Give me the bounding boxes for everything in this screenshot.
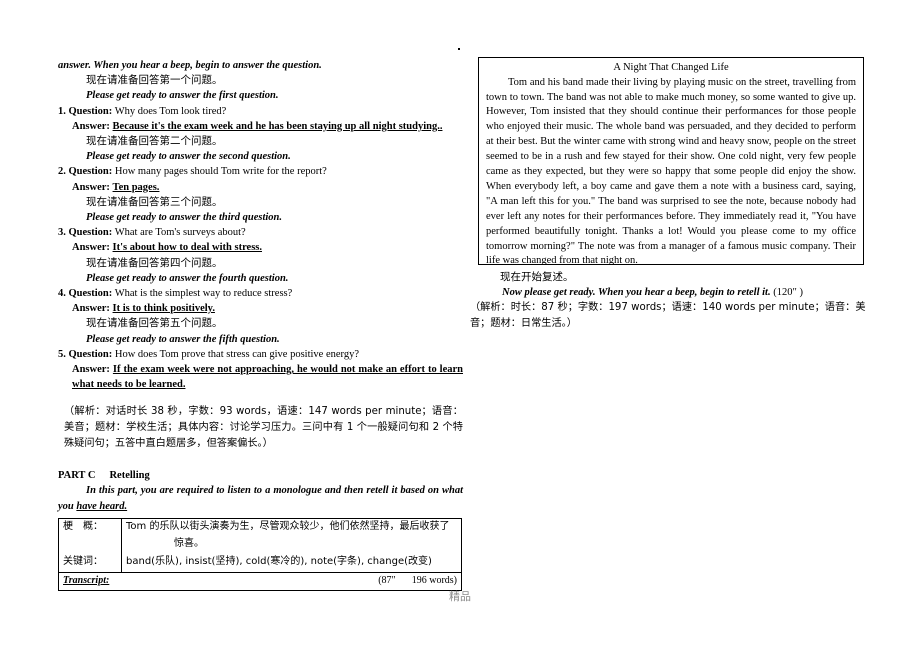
table-row: 梗 概： Tom 的乐队以街头演奏为生，尽管观众较少，他们依然坚持，最后收获了 bbox=[58, 517, 462, 537]
question-label: Question: bbox=[68, 227, 113, 239]
question-item: 3. Question: What are Tom's surveys abou… bbox=[58, 225, 463, 240]
question-text: How does Tom prove that stress can give … bbox=[112, 348, 360, 360]
prompt-en: Please get ready to answer the third que… bbox=[86, 212, 283, 224]
prompt-cn: 现在请准备回答第四个问题。 bbox=[86, 256, 223, 269]
transcript-label: Transcript: bbox=[63, 574, 110, 586]
answer-label: Answer: bbox=[72, 364, 110, 376]
question-text: What is the simplest way to reduce stres… bbox=[112, 288, 293, 300]
passage-title: A Night That Changed Life bbox=[613, 62, 729, 73]
question-label: Question: bbox=[68, 166, 113, 178]
summary-key-cell: 梗 概： bbox=[58, 517, 122, 537]
intro-line-en: Please get ready to answer the first que… bbox=[86, 90, 279, 102]
part-c-instruction-tail: have heard. bbox=[76, 500, 128, 512]
question-number: 1. bbox=[58, 105, 66, 117]
answer-row: Answer: If the exam week were not approa… bbox=[58, 362, 463, 392]
answer-text: It's about how to deal with stress. bbox=[112, 242, 262, 254]
retell-instruction-en: Now please get ready. When you hear a be… bbox=[502, 285, 803, 300]
summary-value-cell: Tom 的乐队以街头演奏为生，尽管观众较少，他们依然坚持，最后收获了 bbox=[121, 517, 462, 537]
prompt-en: Please get ready to answer the second qu… bbox=[86, 151, 291, 163]
passage-body: Tom and his band made their living by pl… bbox=[486, 76, 856, 265]
question-item: 1. Question: Why does Tom look tired? bbox=[58, 104, 463, 119]
summary-value-cell-cont: 惊喜。 bbox=[121, 536, 462, 555]
transcript-duration: (87″ bbox=[378, 574, 396, 586]
answer-row: Answer: Because it's the exam week and h… bbox=[58, 119, 463, 134]
summary-value-line-1: Tom 的乐队以街头演奏为生，尽管观众较少，他们依然坚持，最后收获了 bbox=[126, 520, 450, 532]
question-label: Question: bbox=[68, 105, 113, 117]
part-c-instruction: In this part, you are required to listen… bbox=[58, 483, 463, 513]
answer-label: Answer: bbox=[72, 120, 110, 132]
answer-row: Answer: It's about how to deal with stre… bbox=[58, 240, 463, 255]
table-row: 惊喜。 bbox=[58, 536, 462, 555]
question-item: 2. Question: How many pages should Tom w… bbox=[58, 164, 463, 179]
answer-text: Ten pages. bbox=[112, 181, 160, 193]
question-item: 4. Question: What is the simplest way to… bbox=[58, 286, 463, 301]
question-label: Question: bbox=[68, 288, 113, 300]
retell-analysis-note: （解析：时长：87 秒；字数：197 words；语速：140 words pe… bbox=[470, 302, 866, 329]
summary-value-line-2: 惊喜。 bbox=[174, 538, 204, 550]
part-c-label: PART C bbox=[58, 470, 96, 482]
watermark: 精品 bbox=[449, 590, 471, 603]
retell-instruction-en-text: Now please get ready. When you hear a be… bbox=[502, 287, 771, 298]
retell-instruction-cn: 现在开始复述。 bbox=[500, 271, 574, 283]
prompt-cn: 现在请准备回答第三个问题。 bbox=[86, 195, 223, 208]
intro-line-1: answer. When you hear a beep, begin to a… bbox=[58, 60, 322, 71]
answer-text: Because it's the exam week and he has be… bbox=[112, 120, 443, 132]
prompt-en: Please get ready to answer the fifth que… bbox=[86, 333, 280, 345]
question-number: 4. bbox=[58, 288, 66, 300]
prompt-cn: 现在请准备回答第二个问题。 bbox=[86, 135, 223, 148]
question-number: 5. bbox=[58, 348, 66, 360]
answer-label: Answer: bbox=[72, 303, 110, 315]
question-text: What are Tom's surveys about? bbox=[112, 227, 246, 239]
prompt-en: Please get ready to answer the fourth qu… bbox=[86, 272, 289, 284]
answer-row: Answer: It is to think positively. bbox=[58, 301, 463, 316]
answer-text: If the exam week were not approaching, h… bbox=[72, 364, 463, 391]
answer-label: Answer: bbox=[72, 181, 110, 193]
keywords-key-label: 关键词： bbox=[63, 556, 103, 568]
summary-key-spacer bbox=[58, 536, 122, 555]
answer-text: It is to think positively. bbox=[112, 303, 215, 315]
keywords-value-cell: band(乐队), insist(坚持), cold(寒冷的), note(字条… bbox=[121, 554, 462, 573]
question-text: How many pages should Tom write for the … bbox=[112, 166, 327, 178]
passage-box: A Night That Changed Life Tom and his ba… bbox=[478, 57, 864, 265]
stray-dot-mark bbox=[458, 48, 460, 50]
intro-line-cn: 现在请准备回答第一个问题。 bbox=[86, 74, 223, 87]
passage-body-text: Tom and his band made their living by pl… bbox=[486, 76, 856, 265]
question-item: 5. Question: How does Tom prove that str… bbox=[58, 347, 463, 362]
left-column: answer. When you hear a beep, begin to a… bbox=[58, 58, 463, 592]
question-label: Question: bbox=[68, 348, 113, 360]
retell-time: (120″ ) bbox=[773, 287, 803, 298]
part-c-title: Retelling bbox=[109, 470, 150, 482]
table-row: 关键词： band(乐队), insist(坚持), cold(寒冷的), no… bbox=[58, 554, 462, 573]
answer-label: Answer: bbox=[72, 242, 110, 254]
prompt-cn: 现在请准备回答第五个问题。 bbox=[86, 317, 223, 330]
keywords-key-cell: 关键词： bbox=[58, 554, 122, 573]
transcript-word-count: 196 words) bbox=[411, 574, 457, 586]
question-text: Why does Tom look tired? bbox=[112, 105, 227, 117]
part-c-heading: PART C Retelling bbox=[58, 468, 463, 483]
transcript-meta: (87″ 196 words) bbox=[378, 574, 457, 589]
question-number: 2. bbox=[58, 166, 66, 178]
question-number: 3. bbox=[58, 227, 66, 239]
summary-table: 梗 概： Tom 的乐队以街头演奏为生，尽管观众较少，他们依然坚持，最后收获了 … bbox=[58, 517, 462, 592]
dialogue-analysis-note: （解析：对话时长 38 秒，字数：93 words，语速：147 words p… bbox=[64, 406, 463, 449]
summary-key-label: 梗 概： bbox=[63, 520, 103, 532]
keywords-value: band(乐队), insist(坚持), cold(寒冷的), note(字条… bbox=[126, 556, 432, 568]
answer-row: Answer: Ten pages. bbox=[58, 180, 463, 195]
